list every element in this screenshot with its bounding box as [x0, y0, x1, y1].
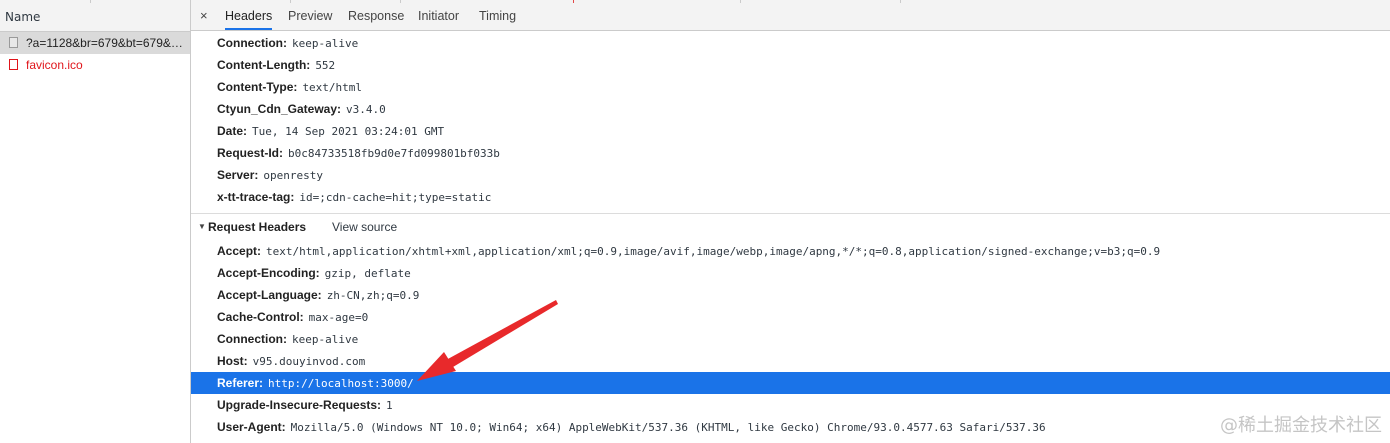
- header-name: Host:: [217, 354, 248, 368]
- document-icon: [9, 37, 18, 48]
- triangle-down-icon[interactable]: ▼: [198, 214, 206, 240]
- header-name: Request-Id:: [217, 146, 283, 160]
- header-name: Ctyun_Cdn_Gateway:: [217, 102, 342, 116]
- header-value: gzip, deflate: [324, 267, 411, 280]
- header-name: Accept-Encoding:: [217, 266, 320, 280]
- header-value: zh-CN,zh;q=0.9: [326, 289, 420, 302]
- header-value: Tue, 14 Sep 2021 03:24:01 GMT: [252, 125, 445, 138]
- header-value: Mozilla/5.0 (Windows NT 10.0; Win64; x64…: [290, 421, 1046, 434]
- request-header-row: Host: v95.douyinvod.com: [217, 350, 365, 372]
- headers-detail-pane: × Headers Preview Response Initiator Tim…: [191, 3, 1390, 443]
- response-header-row: Content-Length: 552: [217, 54, 335, 76]
- request-row[interactable]: ?a=1128&br=679&bt=679&cd=0%7C0%7C0&ch=0&…: [0, 32, 190, 54]
- request-name: ?a=1128&br=679&bt=679&cd=0%7C0%7C0&ch=0&…: [26, 36, 184, 50]
- header-value: b0c84733518fb9d0e7fd099801bf033b: [288, 147, 500, 160]
- request-list-pane: Name ?a=1128&br=679&bt=679&cd=0%7C0%7C0&…: [0, 3, 191, 443]
- watermark: @稀土掘金技术社区: [1220, 415, 1382, 436]
- tab-initiator[interactable]: Initiator: [418, 3, 459, 30]
- header-value: text/html,application/xhtml+xml,applicat…: [266, 245, 1161, 258]
- view-source-link[interactable]: View source: [332, 214, 397, 240]
- header-name: Connection:: [217, 332, 287, 346]
- request-header-row: Accept-Encoding: gzip, deflate: [217, 262, 411, 284]
- request-row[interactable]: favicon.ico: [0, 54, 190, 76]
- header-value: id=;cdn-cache=hit;type=static: [299, 191, 492, 204]
- header-name: Accept-Language:: [217, 288, 322, 302]
- header-value: keep-alive: [292, 333, 359, 346]
- header-value: keep-alive: [292, 37, 359, 50]
- response-header-row: Date: Tue, 14 Sep 2021 03:24:01 GMT: [217, 120, 444, 142]
- response-header-row: Content-Type: text/html: [217, 76, 362, 98]
- request-header-row: Referer: http://localhost:3000/: [217, 372, 414, 394]
- tab-preview[interactable]: Preview: [288, 3, 332, 30]
- response-header-row: Connection: keep-alive: [217, 32, 358, 54]
- header-name: Content-Type:: [217, 80, 298, 94]
- request-header-row: Accept: text/html,application/xhtml+xml,a…: [217, 240, 1160, 262]
- header-value: v95.douyinvod.com: [252, 355, 366, 368]
- response-header-row: Server: openresty: [217, 164, 323, 186]
- tab-timing[interactable]: Timing: [479, 3, 516, 30]
- request-name: favicon.ico: [26, 58, 83, 72]
- header-value: openresty: [263, 169, 323, 182]
- header-value: 552: [315, 59, 336, 72]
- highlighted-header-row[interactable]: Referer: http://localhost:3000/: [191, 372, 1390, 394]
- file-icon: [9, 59, 18, 70]
- header-name: Accept:: [217, 244, 262, 258]
- detail-tabbar: × Headers Preview Response Initiator Tim…: [191, 3, 1390, 31]
- name-column-header[interactable]: Name: [0, 3, 190, 32]
- response-header-row: Ctyun_Cdn_Gateway: v3.4.0: [217, 98, 386, 120]
- header-name: Server:: [217, 168, 259, 182]
- section-title[interactable]: Request Headers: [208, 214, 306, 240]
- request-headers-section: ▼ Request Headers View source: [191, 213, 1390, 240]
- header-value: 1: [386, 399, 393, 412]
- header-name: Content-Length:: [217, 58, 311, 72]
- request-header-row: Connection: keep-alive: [217, 328, 358, 350]
- request-header-row: Accept-Language: zh-CN,zh;q=0.9: [217, 284, 419, 306]
- header-name: Connection:: [217, 36, 287, 50]
- tab-response[interactable]: Response: [348, 3, 404, 30]
- response-header-row: Request-Id: b0c84733518fb9d0e7fd099801bf0…: [217, 142, 500, 164]
- header-name: Referer:: [217, 376, 264, 390]
- header-name: Upgrade-Insecure-Requests:: [217, 398, 382, 412]
- tab-headers[interactable]: Headers: [225, 3, 273, 30]
- header-value: max-age=0: [308, 311, 369, 324]
- request-header-row: User-Agent: Mozilla/5.0 (Windows NT 10.0;…: [217, 416, 1046, 438]
- header-name: User-Agent:: [217, 420, 286, 434]
- header-value: http://localhost:3000/: [268, 377, 414, 390]
- header-name: x-tt-trace-tag:: [217, 190, 295, 204]
- header-name: Date:: [217, 124, 248, 138]
- header-value: v3.4.0: [346, 103, 386, 116]
- header-name: Cache-Control:: [217, 310, 304, 324]
- header-value: text/html: [302, 81, 363, 94]
- response-header-row: x-tt-trace-tag: id=;cdn-cache=hit;type=st…: [217, 186, 491, 208]
- close-icon[interactable]: ×: [200, 8, 208, 23]
- request-header-row: Upgrade-Insecure-Requests: 1: [217, 394, 393, 416]
- request-header-row: Cache-Control: max-age=0: [217, 306, 368, 328]
